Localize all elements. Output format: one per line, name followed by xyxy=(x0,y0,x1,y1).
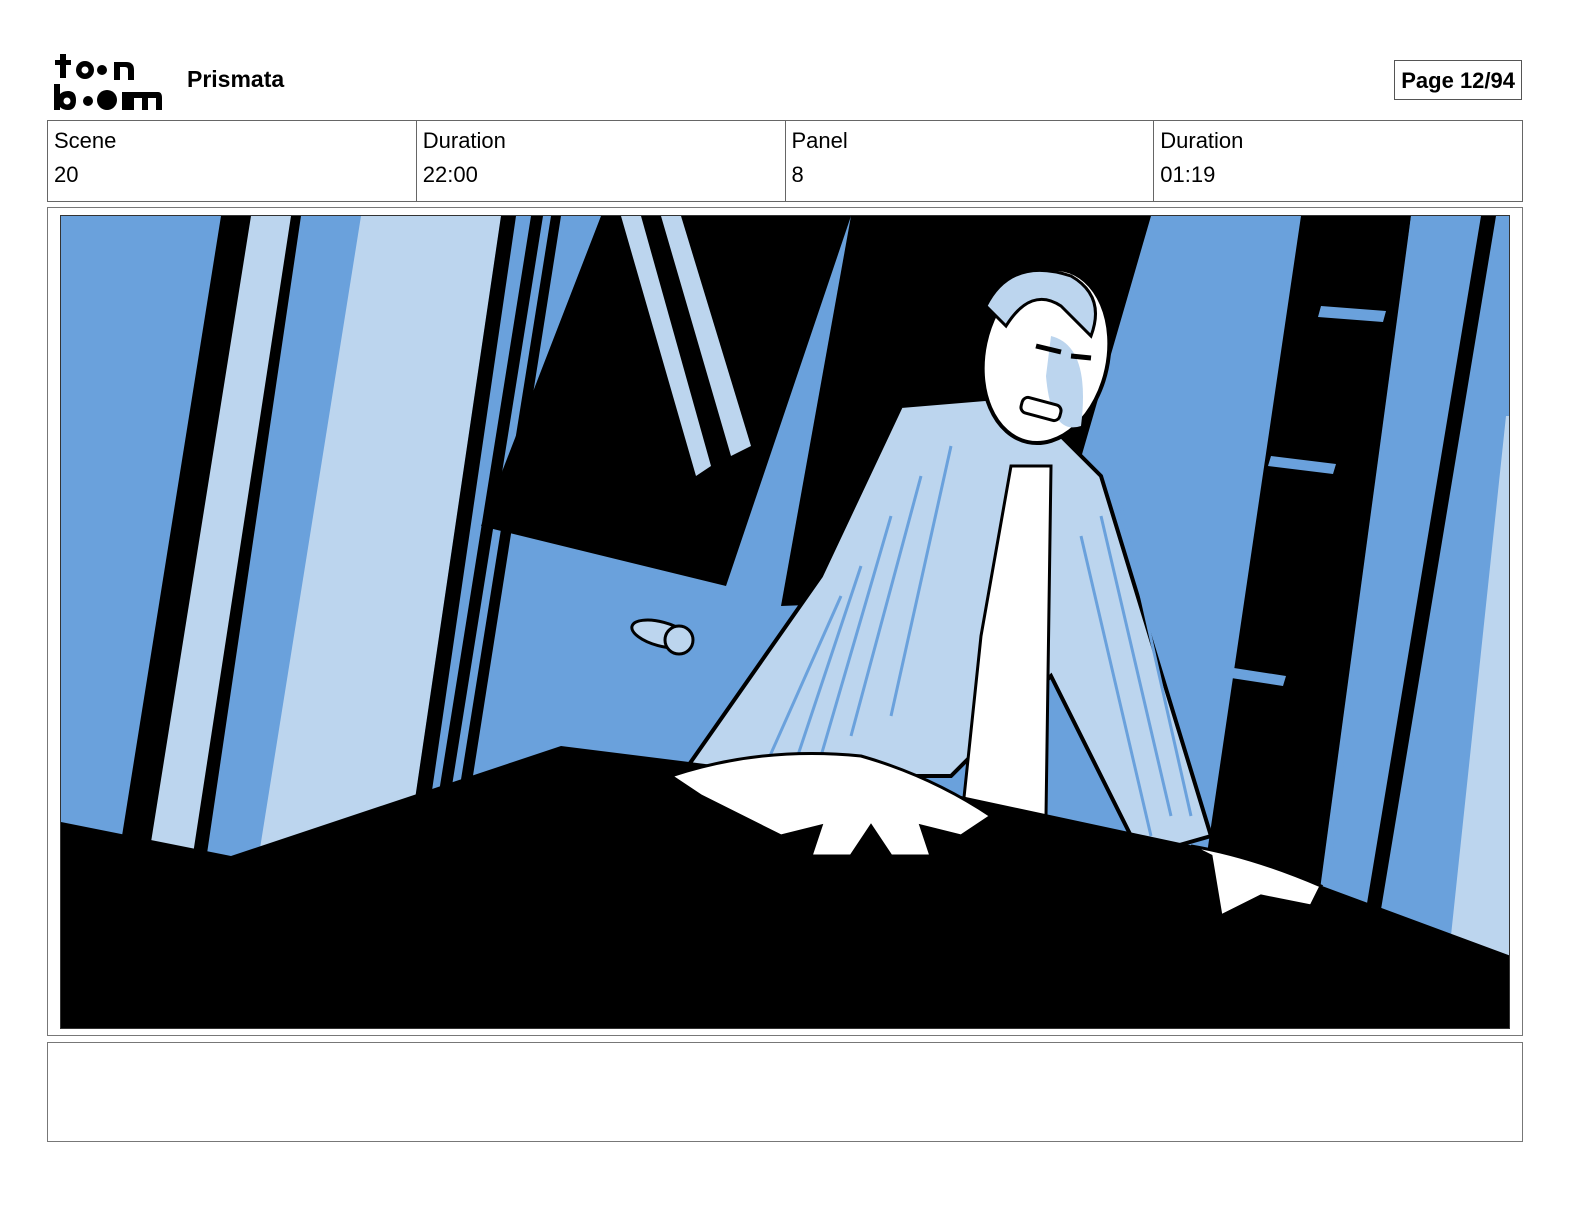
storyboard-panel-image xyxy=(60,215,1510,1029)
scene-value: 20 xyxy=(54,162,79,187)
panel-duration-value: 01:19 xyxy=(1160,162,1216,187)
toonboom-logo xyxy=(52,52,164,112)
panel-duration-label: Duration xyxy=(1160,128,1244,153)
panel-value: 8 xyxy=(791,162,804,187)
scene-duration-cell: Duration 22:00 xyxy=(417,121,786,201)
scene-duration-label: Duration xyxy=(422,128,506,153)
toonboom-logo-mark xyxy=(54,54,162,110)
scene-label: Scene xyxy=(54,128,117,153)
scene-duration-value: 22:00 xyxy=(422,162,478,187)
project-title: Prismata xyxy=(187,66,285,92)
panel-caption-box[interactable] xyxy=(47,1042,1523,1142)
storyboard-panel-frame xyxy=(47,207,1523,1036)
scene-cell: Scene 20 xyxy=(48,121,417,201)
scene-info-bar: Scene 20 Duration 22:00 Panel 8 Duration… xyxy=(47,120,1523,202)
panel-illustration xyxy=(61,216,1509,1028)
panel-label: Panel xyxy=(791,128,848,153)
panel-duration-cell: Duration 01:19 xyxy=(1154,121,1522,201)
page-number: Page 12/94 xyxy=(1394,60,1522,100)
panel-cell: Panel 8 xyxy=(786,121,1155,201)
